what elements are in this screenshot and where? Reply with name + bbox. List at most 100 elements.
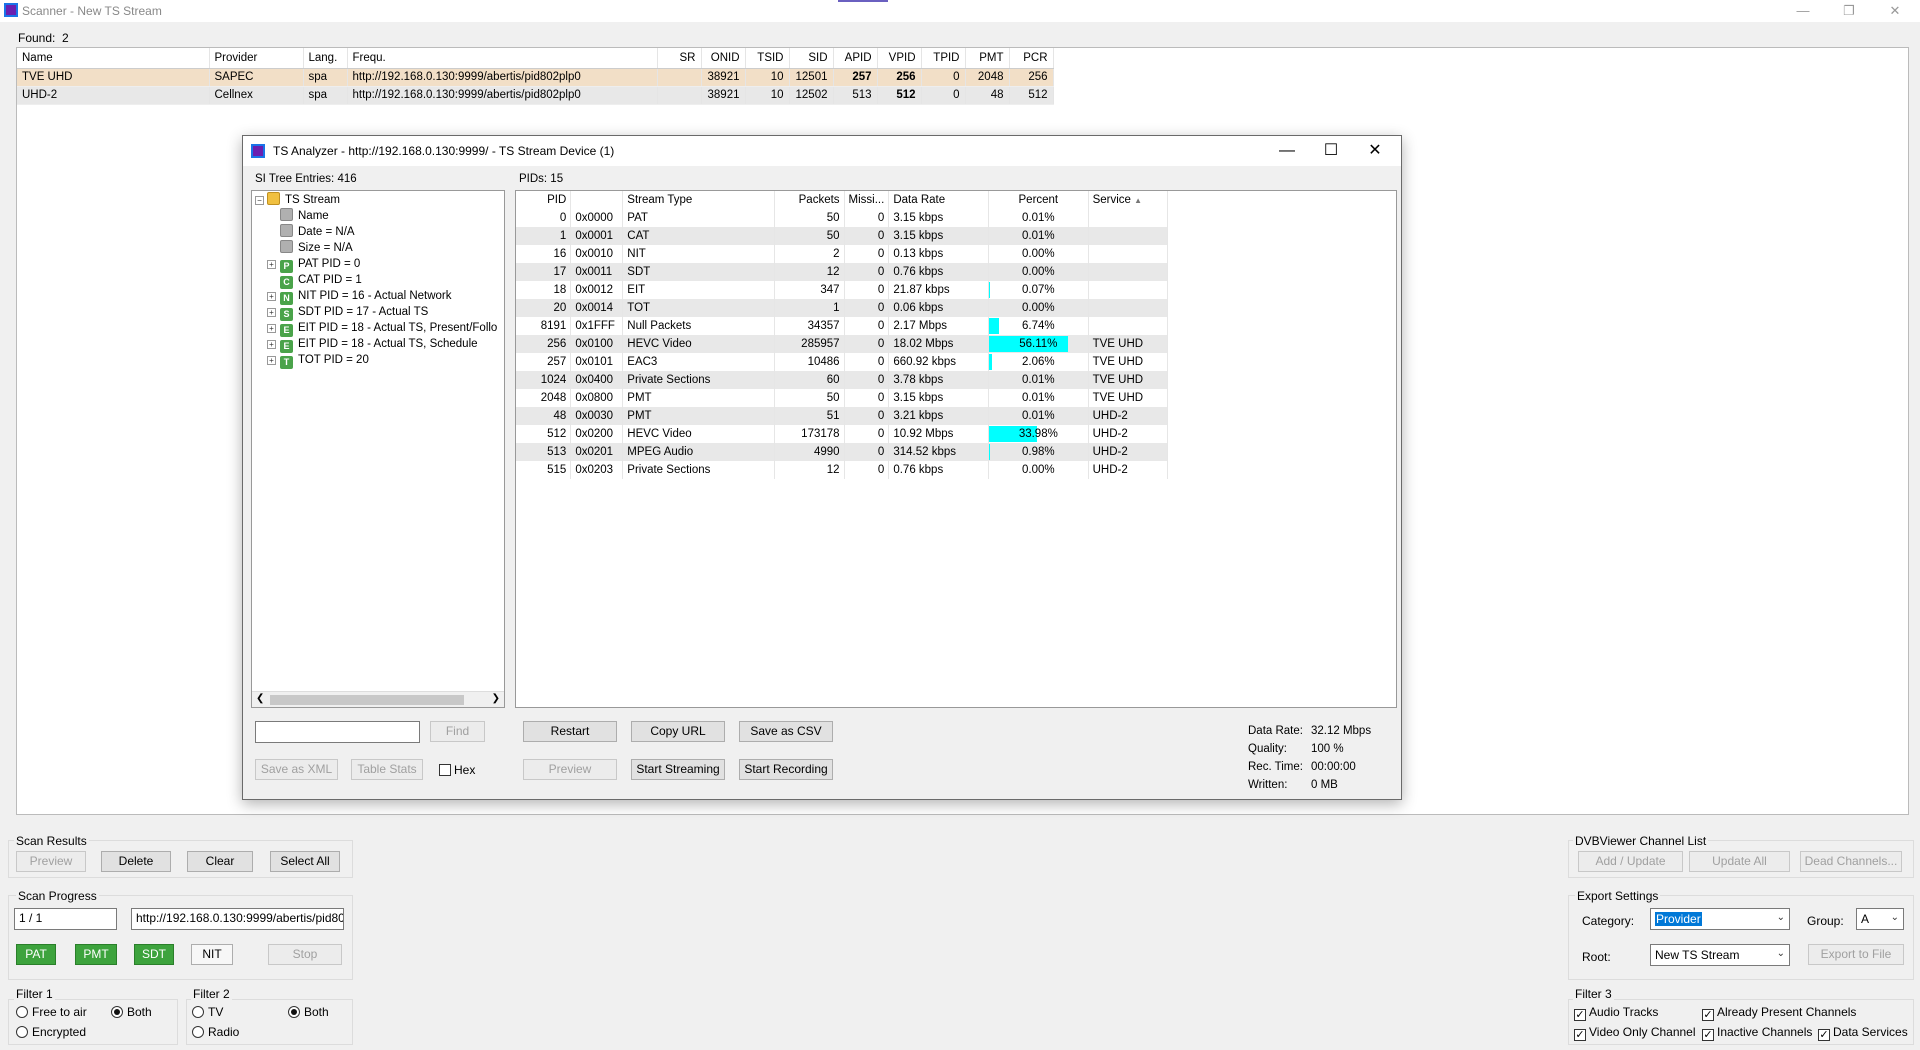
- progress-url-field[interactable]: http://192.168.0.130:9999/abertis/pid80: [131, 908, 344, 930]
- pid-row[interactable]: 48 0x0030 PMT 51 0 3.21 kbps 0.01% UHD-2: [516, 407, 1396, 425]
- tree-node[interactable]: N NIT PID = 16 - Actual Network: [280, 288, 452, 305]
- col-tsid[interactable]: TSID: [745, 48, 790, 69]
- minimize-icon[interactable]: —: [1788, 2, 1818, 20]
- filter1-both-radio[interactable]: Both: [111, 1005, 152, 1019]
- maximize-icon[interactable]: ☐: [1309, 140, 1353, 162]
- scroll-right-icon[interactable]: ❯: [492, 693, 500, 704]
- tree-node[interactable]: S SDT PID = 17 - Actual TS: [280, 304, 428, 321]
- free-to-air-radio[interactable]: Free to air: [16, 1005, 87, 1019]
- pid-row[interactable]: 20 0x0014 TOT 1 0 0.06 kbps 0.00%: [516, 299, 1396, 317]
- inactive-channels-checkbox[interactable]: ✓ Inactive Channels: [1702, 1025, 1812, 1041]
- restore-icon[interactable]: ❐: [1834, 2, 1864, 20]
- tree-node[interactable]: C CAT PID = 1: [280, 272, 362, 289]
- select-all-button[interactable]: Select All: [270, 851, 340, 872]
- scroll-left-icon[interactable]: ❮: [256, 693, 264, 704]
- col-name[interactable]: Name: [17, 48, 210, 69]
- encrypted-radio[interactable]: Encrypted: [16, 1025, 86, 1039]
- pid-row[interactable]: 16 0x0010 NIT 2 0 0.13 kbps 0.00%: [516, 245, 1396, 263]
- col-frequ[interactable]: Frequ.: [347, 48, 658, 69]
- copy-url-button[interactable]: Copy URL: [631, 721, 725, 742]
- add-update-button[interactable]: Add / Update: [1578, 851, 1683, 872]
- pid-row[interactable]: 513 0x0201 MPEG Audio 4990 0 314.52 kbps 0.98%…: [516, 443, 1396, 461]
- tree-node[interactable]: Size = N/A: [280, 240, 353, 256]
- pid-row[interactable]: 512 0x0200 HEVC Video 173178 0 10.92 Mbps 33.9…: [516, 425, 1396, 443]
- tv-radio[interactable]: TV: [192, 1005, 223, 1019]
- pid-row[interactable]: 257 0x0101 EAC3 10486 0 660.92 kbps 2.06% TVE U…: [516, 353, 1396, 371]
- expand-icon[interactable]: +: [267, 340, 276, 349]
- pid-row[interactable]: 515 0x0203 Private Sections 12 0 0.76 kbps 0.0…: [516, 461, 1396, 479]
- expand-icon[interactable]: +: [267, 356, 276, 365]
- table-row[interactable]: UHD-2 Cellnex spa http://192.168.0.130:9…: [17, 86, 1054, 105]
- update-all-button[interactable]: Update All: [1689, 851, 1790, 872]
- col-packets[interactable]: Packets: [774, 191, 845, 209]
- tree-node-root[interactable]: TS Stream: [267, 192, 340, 208]
- filter2-both-radio[interactable]: Both: [288, 1005, 329, 1019]
- col-hex[interactable]: [570, 191, 624, 209]
- preview-button[interactable]: Preview: [523, 759, 617, 780]
- export-to-file-button[interactable]: Export to File: [1808, 944, 1904, 965]
- pid-row[interactable]: 256 0x0100 HEVC Video 285957 0 18.02 Mbps 56.1…: [516, 335, 1396, 353]
- col-lang[interactable]: Lang.: [303, 48, 348, 69]
- progress-count-field[interactable]: 1 / 1: [14, 908, 117, 930]
- radio-radio[interactable]: Radio: [192, 1025, 239, 1039]
- stop-button[interactable]: Stop: [268, 944, 342, 965]
- expand-icon[interactable]: +: [267, 308, 276, 317]
- col-service[interactable]: Service ▲: [1088, 191, 1169, 209]
- col-apid[interactable]: APID: [833, 48, 878, 69]
- find-input[interactable]: [255, 721, 420, 743]
- collapse-icon[interactable]: −: [255, 196, 264, 205]
- data-services-checkbox[interactable]: ✓ Data Services: [1818, 1025, 1908, 1041]
- category-select[interactable]: Provider ⌄: [1650, 908, 1790, 930]
- minimize-icon[interactable]: —: [1265, 140, 1309, 162]
- expand-icon[interactable]: +: [267, 260, 276, 269]
- restart-button[interactable]: Restart: [523, 721, 617, 742]
- col-pcr[interactable]: PCR: [1009, 48, 1054, 69]
- audio-tracks-checkbox[interactable]: ✓ Audio Tracks: [1574, 1005, 1658, 1021]
- tree-node[interactable]: P PAT PID = 0: [280, 256, 360, 273]
- tree-node[interactable]: T TOT PID = 20: [280, 352, 369, 369]
- pid-row[interactable]: 18 0x0012 EIT 347 0 21.87 kbps 0.07%: [516, 281, 1396, 299]
- tree-node[interactable]: Name: [280, 208, 329, 224]
- pid-row[interactable]: 1 0x0001 CAT 50 0 3.15 kbps 0.01%: [516, 227, 1396, 245]
- col-vpid[interactable]: VPID: [877, 48, 922, 69]
- pid-row[interactable]: 0 0x0000 PAT 50 0 3.15 kbps 0.01%: [516, 209, 1396, 227]
- start-streaming-button[interactable]: Start Streaming: [631, 759, 725, 780]
- horizontal-scrollbar[interactable]: ❮ ❯: [252, 691, 504, 707]
- group-select[interactable]: A ⌄: [1856, 908, 1904, 930]
- dead-channels-button[interactable]: Dead Channels...: [1800, 851, 1902, 872]
- scroll-thumb[interactable]: [270, 695, 464, 705]
- video-only-checkbox[interactable]: ✓ Video Only Channel: [1574, 1025, 1696, 1041]
- find-button[interactable]: Find: [430, 721, 485, 742]
- col-sid[interactable]: SID: [789, 48, 834, 69]
- close-icon[interactable]: ✕: [1880, 2, 1910, 20]
- delete-button[interactable]: Delete: [101, 851, 171, 872]
- pid-list[interactable]: PID Stream Type Packets Missi... Data Ra…: [515, 190, 1397, 708]
- table-stats-button[interactable]: Table Stats: [351, 759, 423, 780]
- save-xml-button[interactable]: Save as XML: [255, 759, 338, 780]
- expand-icon[interactable]: +: [267, 292, 276, 301]
- save-csv-button[interactable]: Save as CSV: [739, 721, 833, 742]
- col-data-rate[interactable]: Data Rate: [888, 191, 990, 209]
- expand-icon[interactable]: +: [267, 324, 276, 333]
- col-tpid[interactable]: TPID: [921, 48, 966, 69]
- start-recording-button[interactable]: Start Recording: [739, 759, 833, 780]
- hex-checkbox[interactable]: Hex: [439, 763, 475, 777]
- col-onid[interactable]: ONID: [701, 48, 746, 69]
- pid-row[interactable]: 2048 0x0800 PMT 50 0 3.15 kbps 0.01% TVE UHD: [516, 389, 1396, 407]
- pid-row[interactable]: 1024 0x0400 Private Sections 60 0 3.78 kbps 0.…: [516, 371, 1396, 389]
- col-pmt[interactable]: PMT: [965, 48, 1010, 69]
- col-percent[interactable]: Percent: [988, 191, 1089, 209]
- col-sr[interactable]: SR: [657, 48, 702, 69]
- tree-node[interactable]: E EIT PID = 18 - Actual TS, Present/Follo: [280, 320, 497, 337]
- already-present-checkbox[interactable]: ✓ Already Present Channels: [1702, 1005, 1856, 1021]
- scan-preview-button[interactable]: Preview: [16, 851, 86, 872]
- root-select[interactable]: New TS Stream ⌄: [1650, 944, 1790, 966]
- pid-row[interactable]: 17 0x0011 SDT 12 0 0.76 kbps 0.00%: [516, 263, 1396, 281]
- clear-button[interactable]: Clear: [187, 851, 253, 872]
- pid-row[interactable]: 8191 0x1FFF Null Packets 34357 0 2.17 Mbps 6.7…: [516, 317, 1396, 335]
- col-missing[interactable]: Missi...: [844, 191, 890, 209]
- tree-node[interactable]: Date = N/A: [280, 224, 355, 240]
- si-tree[interactable]: − TS Stream Name Date = N/A Size = N/A +…: [251, 190, 505, 708]
- tree-node[interactable]: E EIT PID = 18 - Actual TS, Schedule: [280, 336, 478, 353]
- col-stream-type[interactable]: Stream Type: [622, 191, 775, 209]
